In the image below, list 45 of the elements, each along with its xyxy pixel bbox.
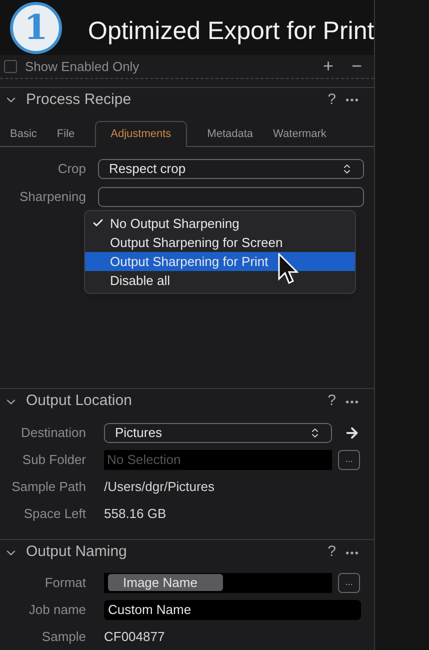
tab[interactable]: Basic [4, 122, 43, 146]
menu-item[interactable]: No Output Sharpening [85, 214, 355, 233]
help-button[interactable]: ? [328, 541, 336, 564]
stepper-chevron-icon [309, 426, 321, 438]
field-label: Crop [58, 160, 86, 176]
field-label: Sub Folder [22, 452, 86, 466]
browse-button[interactable]: ... [338, 572, 360, 592]
field-value: CF004877 [104, 628, 165, 646]
field-label: Sharpening [20, 188, 86, 204]
field-label: Job name [28, 602, 86, 616]
checkbox[interactable] [4, 60, 17, 73]
stepper-chevron-icon [341, 162, 353, 175]
cursor-icon [278, 252, 300, 285]
section-title: Output Naming [26, 542, 127, 562]
field-value: 558.16 GB [104, 504, 166, 523]
menu-item[interactable]: Output Sharpening for Print [85, 252, 355, 271]
sharpening-select[interactable] [98, 186, 364, 207]
checkbox-label: Show Enabled Only [25, 58, 140, 76]
arrow-right-icon[interactable] [344, 424, 360, 440]
field-label: Space Left [24, 506, 86, 520]
tab[interactable]: Adjustments [94, 120, 188, 147]
name-token[interactable]: Image Name [108, 574, 223, 591]
field-label: Format [44, 574, 86, 590]
help-button[interactable]: ? [328, 89, 336, 112]
format-field[interactable]: Image Name [104, 572, 332, 592]
menu-item[interactable]: Output Sharpening for Screen [85, 232, 355, 252]
field-label: Sample [42, 628, 86, 644]
browse-button[interactable]: ... [338, 450, 360, 470]
section-title: Process Recipe [26, 90, 132, 110]
section-title: Output Location [26, 391, 132, 412]
crop-select[interactable]: Respect crop [98, 158, 364, 179]
tab[interactable]: Watermark [267, 122, 332, 146]
tab[interactable]: File [50, 122, 81, 146]
field-label: Sample Path [12, 478, 86, 494]
page-title: Optimized Export for Print [88, 16, 374, 48]
tab[interactable]: Metadata [201, 122, 260, 146]
menu-item[interactable]: Disable all [85, 270, 355, 290]
sub-folder-field[interactable]: No Selection [104, 450, 332, 470]
help-button[interactable]: ? [328, 390, 336, 413]
add-button[interactable]: + [322, 57, 334, 76]
field-value: /Users/dgr/Pictures [104, 478, 215, 496]
job-name-field[interactable]: Custom Name [104, 600, 361, 620]
remove-button[interactable]: − [351, 57, 362, 76]
field-label: Destination [20, 424, 86, 440]
destination-select[interactable]: Pictures [104, 422, 332, 442]
